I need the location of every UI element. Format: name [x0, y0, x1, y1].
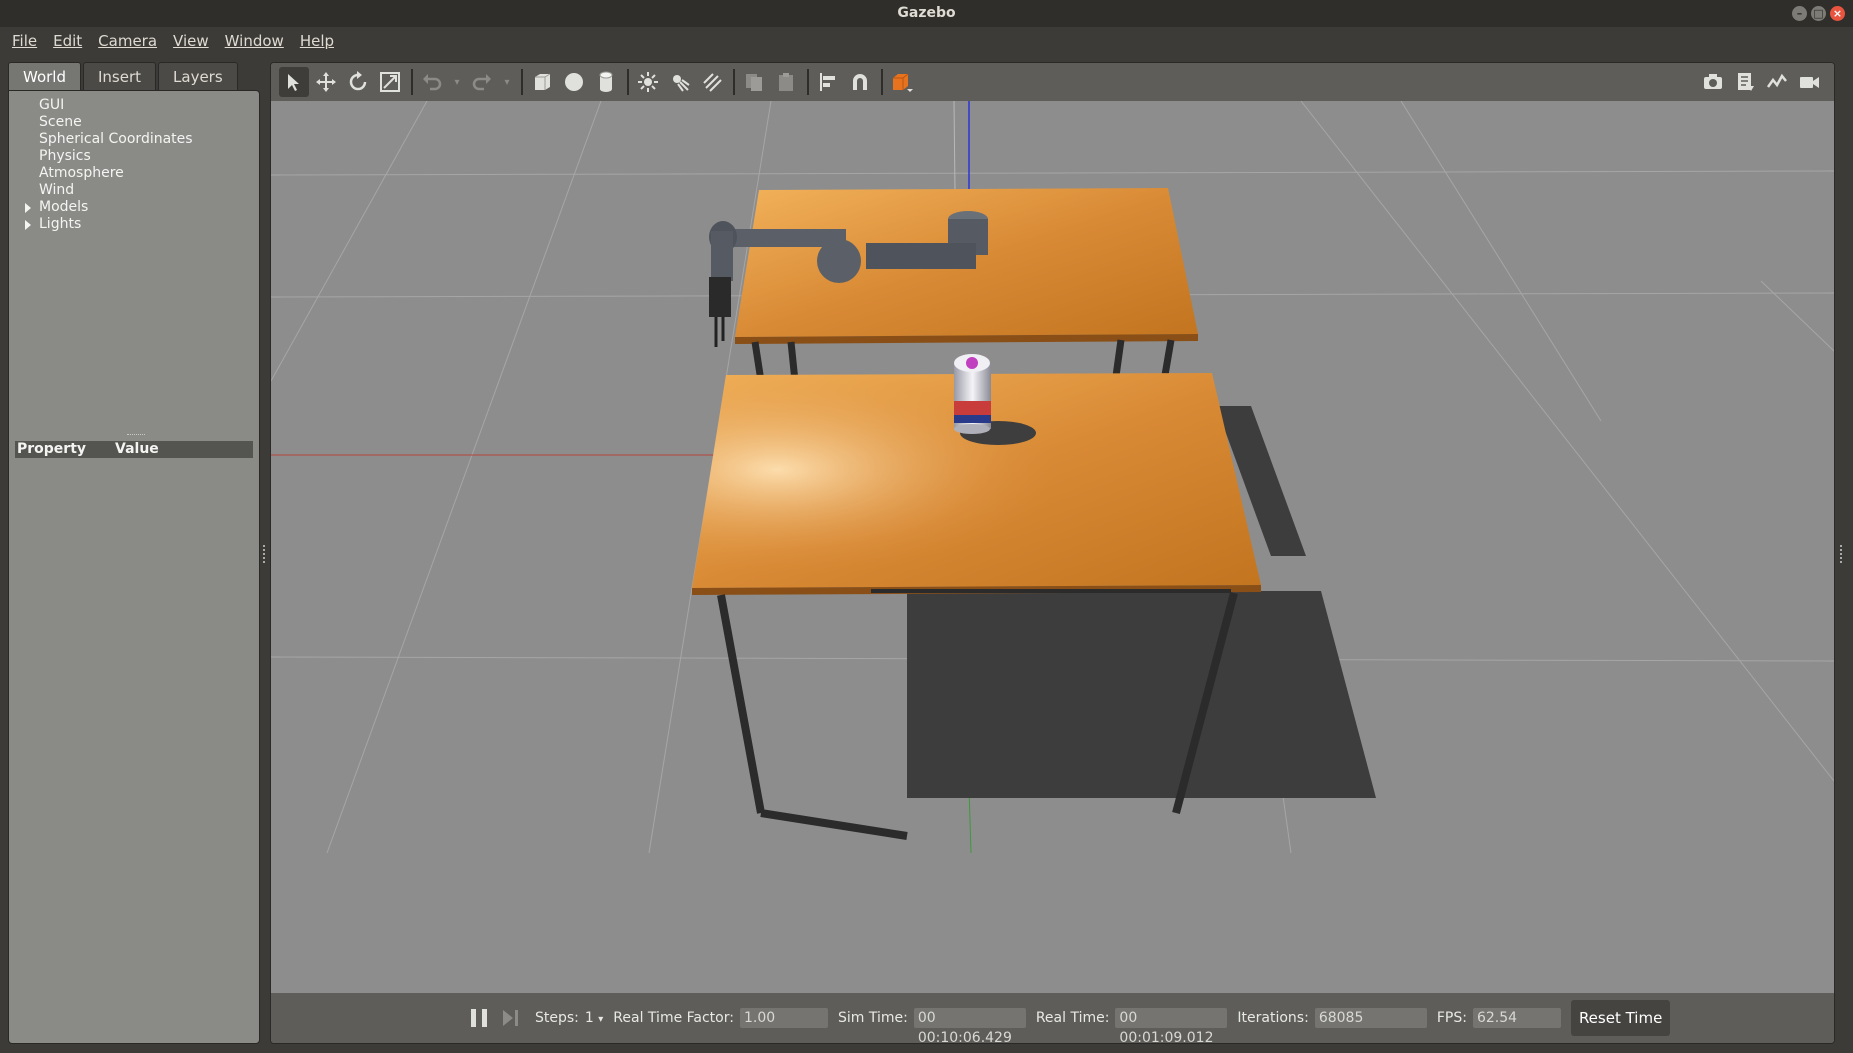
reset-time-button[interactable]: Reset Time — [1570, 1000, 1671, 1036]
undo-dropdown-icon[interactable]: ▾ — [449, 67, 465, 97]
tree-item-scene[interactable]: Scene — [17, 114, 259, 131]
window-titlebar: Gazebo – □ × — [0, 0, 1853, 27]
rtf-field: 1.00 — [739, 1008, 828, 1028]
rotate-icon[interactable] — [343, 67, 373, 97]
fps-label: FPS: — [1436, 1010, 1467, 1026]
close-icon[interactable]: × — [1830, 6, 1845, 21]
redo-icon[interactable] — [467, 67, 497, 97]
menu-view[interactable]: View — [167, 27, 215, 55]
tree-item-spherical-coordinates[interactable]: Spherical Coordinates — [17, 131, 259, 148]
3d-scene-viewport[interactable] — [271, 101, 1834, 993]
render-view[interactable]: ▾ ▾ Steps: 1 ▾ Real Time Factor: 1.00 Si… — [270, 62, 1835, 1044]
paste-icon[interactable] — [771, 67, 801, 97]
property-table-header: Property Value — [15, 441, 253, 458]
right-panel-collapse-handle[interactable] — [1840, 545, 1844, 563]
pause-icon[interactable] — [471, 1009, 487, 1027]
menu-camera[interactable]: Camera — [92, 27, 163, 55]
select-arrow-icon[interactable] — [279, 67, 309, 97]
point-light-icon[interactable] — [633, 67, 663, 97]
fps-field: 62.54 — [1472, 1008, 1561, 1028]
sim-time-field: 00 00:10:06.429 — [913, 1008, 1026, 1043]
spot-light-icon[interactable] — [665, 67, 695, 97]
toolbar-separator — [411, 69, 413, 95]
property-column-header: Property — [17, 441, 87, 457]
toolbar-separator — [627, 69, 629, 95]
align-icon[interactable] — [813, 67, 843, 97]
tree-item-models[interactable]: Models — [17, 199, 259, 216]
left-panel-collapse-handle[interactable] — [263, 545, 267, 563]
expand-arrow-icon[interactable] — [25, 220, 31, 230]
panel-tabs: World Insert Layers — [8, 62, 260, 90]
bottom-status-bar: Steps: 1 ▾ Real Time Factor: 1.00 Sim Ti… — [271, 993, 1834, 1043]
top-toolbar: ▾ ▾ — [271, 63, 1834, 101]
magnet-icon[interactable] — [845, 67, 875, 97]
box-icon[interactable] — [527, 67, 557, 97]
real-time-label: Real Time: — [1035, 1010, 1110, 1026]
steps-label: Steps: — [535, 1010, 579, 1026]
toolbar-separator — [521, 69, 523, 95]
sphere-icon[interactable] — [559, 67, 589, 97]
plot-icon[interactable] — [1762, 67, 1792, 97]
maximize-icon[interactable]: □ — [1811, 6, 1826, 21]
menu-help[interactable]: Help — [294, 27, 340, 55]
world-tree: GUI Scene Spherical Coordinates Physics … — [9, 91, 259, 233]
view-angle-icon[interactable] — [887, 67, 917, 97]
tree-item-atmosphere[interactable]: Atmosphere — [17, 165, 259, 182]
tab-insert[interactable]: Insert — [83, 62, 157, 90]
world-panel: GUI Scene Spherical Coordinates Physics … — [8, 90, 260, 1044]
step-forward-icon[interactable] — [501, 1009, 519, 1027]
panel-splitter-handle[interactable] — [127, 434, 145, 436]
iterations-field: 68085 — [1314, 1008, 1427, 1028]
translate-icon[interactable] — [311, 67, 341, 97]
left-panel: World Insert Layers GUI Scene Spherical … — [8, 62, 260, 1044]
tree-item-physics[interactable]: Physics — [17, 148, 259, 165]
window-title: Gazebo — [897, 5, 956, 21]
screenshot-icon[interactable] — [1698, 67, 1728, 97]
sim-time-label: Sim Time: — [837, 1010, 908, 1026]
rtf-label: Real Time Factor: — [613, 1010, 734, 1026]
copy-icon[interactable] — [739, 67, 769, 97]
steps-spinner[interactable]: 1 ▾ — [585, 1010, 603, 1026]
menu-edit[interactable]: Edit — [47, 27, 88, 55]
tab-world[interactable]: World — [8, 62, 81, 90]
toolbar-separator — [881, 69, 883, 95]
menu-bar: File Edit Camera View Window Help — [0, 27, 1853, 55]
directional-light-icon[interactable] — [697, 67, 727, 97]
iterations-label: Iterations: — [1237, 1010, 1309, 1026]
scale-icon[interactable] — [375, 67, 405, 97]
video-record-icon[interactable] — [1794, 67, 1824, 97]
toolbar-separator — [807, 69, 809, 95]
cylinder-icon[interactable] — [591, 67, 621, 97]
real-time-field: 00 00:01:09.012 — [1115, 1008, 1228, 1043]
menu-file[interactable]: File — [6, 27, 43, 55]
minimize-icon[interactable]: – — [1792, 6, 1807, 21]
chevron-down-icon[interactable]: ▾ — [598, 1014, 603, 1025]
table-shadow — [907, 591, 1376, 798]
log-icon[interactable] — [1730, 67, 1760, 97]
expand-arrow-icon[interactable] — [25, 203, 31, 213]
value-column-header: Value — [115, 441, 159, 457]
tree-item-wind[interactable]: Wind — [17, 182, 259, 199]
undo-icon[interactable] — [417, 67, 447, 97]
redo-dropdown-icon[interactable]: ▾ — [499, 67, 515, 97]
tree-item-gui[interactable]: GUI — [17, 97, 259, 114]
menu-window[interactable]: Window — [219, 27, 290, 55]
toolbar-right-group — [1698, 67, 1826, 97]
toolbar-separator — [733, 69, 735, 95]
tab-layers[interactable]: Layers — [158, 62, 238, 90]
tree-item-lights[interactable]: Lights — [17, 216, 259, 233]
